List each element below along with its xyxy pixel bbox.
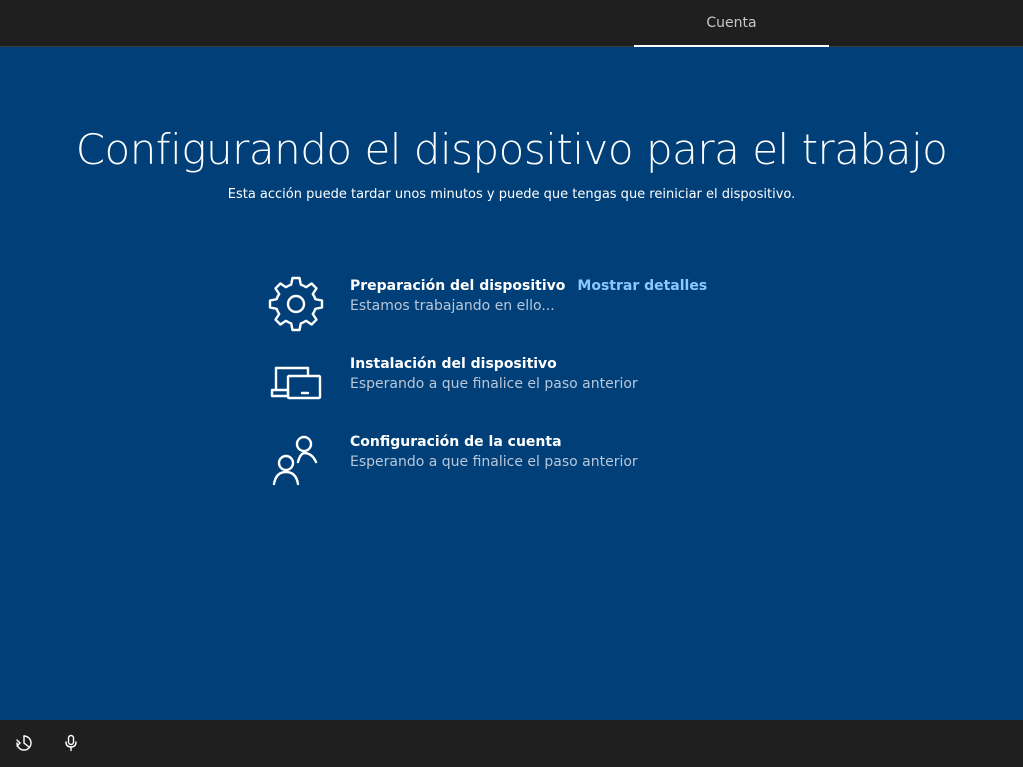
page-subtitle: Esta acción puede tardar unos minutos y … <box>227 187 796 202</box>
step-device-setup-text: Instalación del dispositivo Esperando a … <box>350 356 638 392</box>
step-status: Esperando a que finalice el paso anterio… <box>350 454 638 470</box>
device-setup-icon <box>268 354 324 410</box>
step-device-preparation: Preparación del dispositivo Mostrar deta… <box>268 276 768 354</box>
step-device-setup: Instalación del dispositivo Esperando a … <box>268 354 768 432</box>
step-title: Configuración de la cuenta <box>350 434 562 450</box>
step-status: Esperando a que finalice el paso anterio… <box>350 376 638 392</box>
microphone-icon[interactable] <box>60 732 82 754</box>
step-title: Preparación del dispositivo <box>350 278 566 294</box>
gear-icon <box>268 276 324 332</box>
people-icon <box>268 432 324 488</box>
ease-of-access-icon[interactable] <box>13 732 35 754</box>
tab-cuenta[interactable]: Cuenta <box>634 0 829 47</box>
main-content: Configurando el dispositivo para el trab… <box>0 47 1023 720</box>
step-title: Instalación del dispositivo <box>350 356 557 372</box>
step-status: Estamos trabajando en ello... <box>350 298 555 314</box>
show-details-link[interactable]: Mostrar detalles <box>577 278 707 294</box>
setup-steps-list: Preparación del dispositivo Mostrar deta… <box>268 276 768 510</box>
step-device-preparation-text: Preparación del dispositivo Mostrar deta… <box>350 278 707 314</box>
step-account-setup: Configuración de la cuenta Esperando a q… <box>268 432 768 510</box>
tab-cuenta-label: Cuenta <box>706 14 757 31</box>
page-title: Configurando el dispositivo para el trab… <box>75 125 948 174</box>
bottom-bar <box>0 720 1023 767</box>
top-bar: Cuenta <box>0 0 1023 47</box>
step-account-setup-text: Configuración de la cuenta Esperando a q… <box>350 434 638 470</box>
